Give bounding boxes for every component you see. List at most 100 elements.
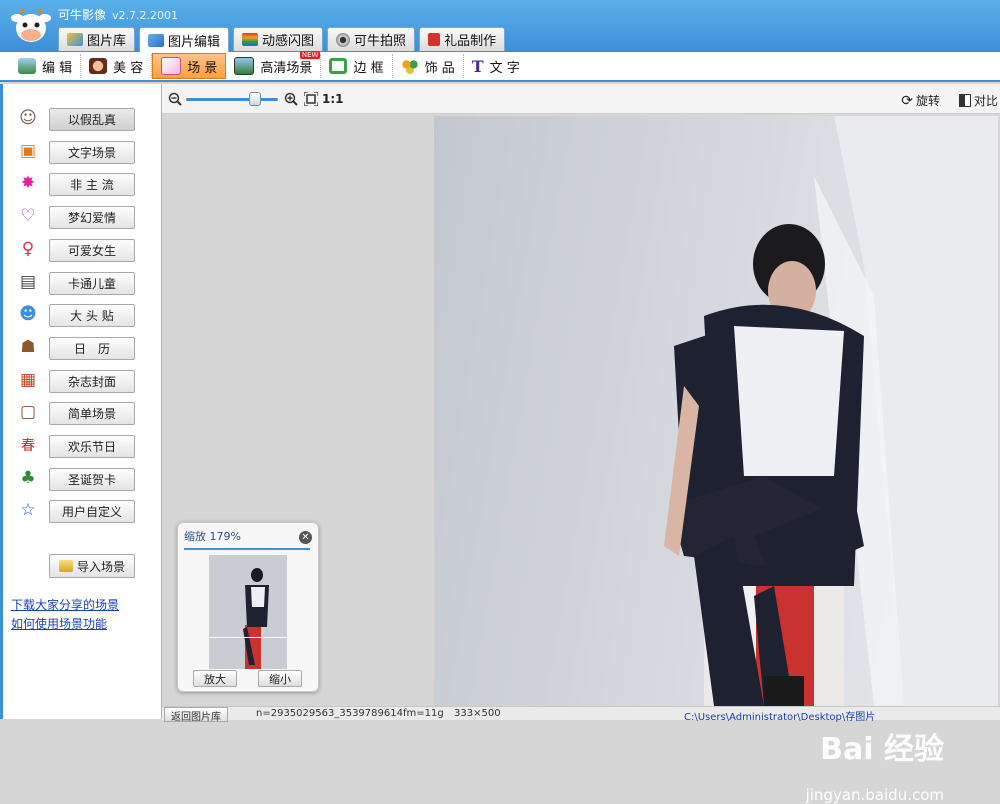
compare-icon — [958, 94, 971, 107]
gallery-icon — [67, 33, 83, 46]
festival-icon: 春 — [21, 438, 35, 454]
tool-edit[interactable]: 编 辑 — [10, 54, 82, 78]
zoom-out-button[interactable]: 缩小 — [258, 670, 302, 687]
animation-icon — [242, 33, 259, 46]
import-scene-button[interactable]: 导入场景 — [49, 554, 135, 578]
webcam-icon — [336, 32, 351, 47]
photo-content — [664, 116, 998, 706]
scene-button[interactable]: 大 头 贴 — [49, 304, 135, 328]
tab-webcam[interactable]: 可牛拍照 — [327, 27, 416, 51]
tab-label: 礼品制作 — [444, 34, 497, 49]
beauty-icon — [89, 58, 108, 74]
gift-icon — [428, 33, 441, 46]
tab-label: 动感闪图 — [262, 34, 315, 49]
navigator-thumbnail[interactable] — [209, 555, 287, 669]
baidu-watermark-url: jingyan.baidu.com — [805, 786, 944, 804]
actual-size-button[interactable]: 1:1 — [322, 92, 344, 106]
edit-toolbar: 编 辑 美 容 场 景 高清场景 NEW 边 框 饰 品 T 文 字 — [0, 51, 1000, 82]
avatar-sticker-icon: ☻ — [19, 304, 37, 325]
accessory-icon — [400, 58, 419, 74]
calendar-dog-icon: ☗ — [20, 336, 36, 357]
hd-scene-icon — [234, 57, 255, 75]
cow-logo-icon — [11, 8, 51, 42]
file-path: C:\Users\Administrator\Desktop\存图片 — [684, 712, 876, 723]
tool-beauty[interactable]: 美 容 — [81, 54, 153, 78]
app-title: 可牛影像 v2.7.2.2001 — [58, 6, 178, 23]
download-scenes-link[interactable]: 下载大家分享的场景 — [11, 596, 119, 613]
scene-help-link[interactable]: 如何使用场景功能 — [11, 615, 107, 632]
scene-button[interactable]: 文字场景 — [49, 140, 135, 164]
zoom-slider-track[interactable] — [186, 98, 278, 101]
compare-button[interactable]: 对比 — [958, 92, 998, 109]
tool-label: 美 容 — [113, 60, 144, 76]
compare-label: 对比 — [973, 94, 998, 108]
edited-photo — [434, 116, 998, 706]
new-badge: NEW — [299, 51, 321, 59]
scene-button[interactable]: 梦幻爱情 — [49, 206, 135, 230]
tool-label: 编 辑 — [42, 60, 73, 76]
zoom-toolbar: 1:1 ⟳ 旋转 对比 — [162, 84, 1000, 114]
navigator-title: 缩放 179% — [184, 530, 241, 543]
star-icon: ☆ — [20, 500, 36, 521]
scene-button[interactable]: 卡通儿童 — [49, 271, 135, 295]
heart-icon: ♡ — [20, 206, 36, 227]
tab-gallery[interactable]: 图片库 — [58, 27, 136, 51]
back-to-gallery-button[interactable]: 返回图片库 — [164, 707, 228, 723]
scene-button[interactable]: 圣诞贺卡 — [49, 467, 135, 491]
tab-label: 图片编辑 — [168, 34, 221, 50]
scene-icon — [161, 57, 182, 75]
scene-button[interactable]: 以假乱真 — [49, 108, 135, 131]
tool-label: 场 景 — [187, 60, 218, 76]
female-icon: ♀ — [21, 238, 35, 259]
zoom-out-icon[interactable] — [168, 92, 182, 106]
scene-button[interactable]: 欢乐节日 — [49, 435, 135, 458]
tab-label: 图片库 — [87, 34, 127, 49]
navigator-divider — [184, 548, 310, 550]
tool-scene[interactable]: 场 景 — [152, 53, 227, 79]
scene-panel: ☺ 以假乱真 ▣ 文字场景 ✸ 非 主 流 ♡ 梦幻爱情 ♀ 可爱女生 ▤ 卡通儿童 ☻ 大 头 贴 ☗ 日 … — [0, 84, 162, 719]
tool-hd-scene[interactable]: 高清场景 NEW — [226, 51, 322, 78]
thumbnail-content — [209, 555, 287, 669]
tab-animation[interactable]: 动感闪图 — [233, 27, 324, 51]
title-bar: 可牛影像 v2.7.2.2001 图片库 图片编辑 动感闪图 可牛拍照 礼品制作 — [0, 0, 1000, 52]
app-version: v2.7.2.2001 — [112, 9, 179, 22]
face-icon: ☺ — [19, 108, 37, 128]
main-tabs: 图片库 图片编辑 动感闪图 可牛拍照 礼品制作 — [58, 27, 506, 52]
tool-label: 高清场景 — [260, 60, 313, 76]
rotate-button[interactable]: ⟳ 旋转 — [901, 92, 940, 109]
zoom-in-icon[interactable] — [284, 92, 298, 106]
christmas-tree-icon: ♣ — [20, 467, 36, 488]
status-bar: 返回图片库 n=2935029563_3539789614fm=11g 333×… — [162, 706, 1000, 723]
file-name: n=2935029563_3539789614fm=11g — [256, 708, 444, 719]
tool-label: 文 字 — [489, 60, 520, 76]
baidu-watermark: Bai 经验 — [820, 732, 944, 767]
edit-icon — [18, 58, 36, 74]
zoom-slider-thumb[interactable] — [249, 92, 261, 106]
tab-gift[interactable]: 礼品制作 — [419, 27, 506, 51]
image-size: 333×500 — [454, 708, 501, 719]
tab-edit-image[interactable]: 图片编辑 — [139, 27, 230, 52]
app-name: 可牛影像 — [58, 8, 107, 22]
tool-label: 边 框 — [353, 60, 384, 76]
book-icon: ▤ — [19, 271, 37, 292]
fit-window-icon[interactable] — [304, 92, 318, 106]
scene-button[interactable]: 可爱女生 — [49, 238, 135, 262]
splash-icon: ✸ — [20, 173, 36, 194]
zoom-in-button[interactable]: 放大 — [193, 670, 237, 687]
scene-button[interactable]: 杂志封面 — [49, 369, 135, 393]
calendar-icon: ▦ — [19, 369, 37, 390]
navigator-close-icon[interactable]: ✕ — [299, 531, 312, 544]
tool-frame[interactable]: 边 框 — [321, 54, 393, 78]
scene-button[interactable]: 日 历 — [49, 336, 135, 360]
tool-accessory[interactable]: 饰 品 — [393, 54, 464, 78]
rotate-label: 旋转 — [915, 94, 940, 108]
scene-button[interactable]: 简单场景 — [49, 402, 135, 426]
scene-button[interactable]: 非 主 流 — [49, 173, 135, 197]
edit-image-icon — [148, 33, 165, 47]
frame-icon — [329, 58, 348, 74]
text-scene-icon: ▣ — [19, 140, 37, 161]
rotate-icon: ⟳ — [901, 92, 913, 109]
scene-button[interactable]: 用户自定义 — [49, 500, 135, 524]
zoom-navigator: 缩放 179% ✕ 放大 缩小 — [177, 522, 319, 692]
tool-text[interactable]: T 文 字 — [464, 54, 528, 78]
